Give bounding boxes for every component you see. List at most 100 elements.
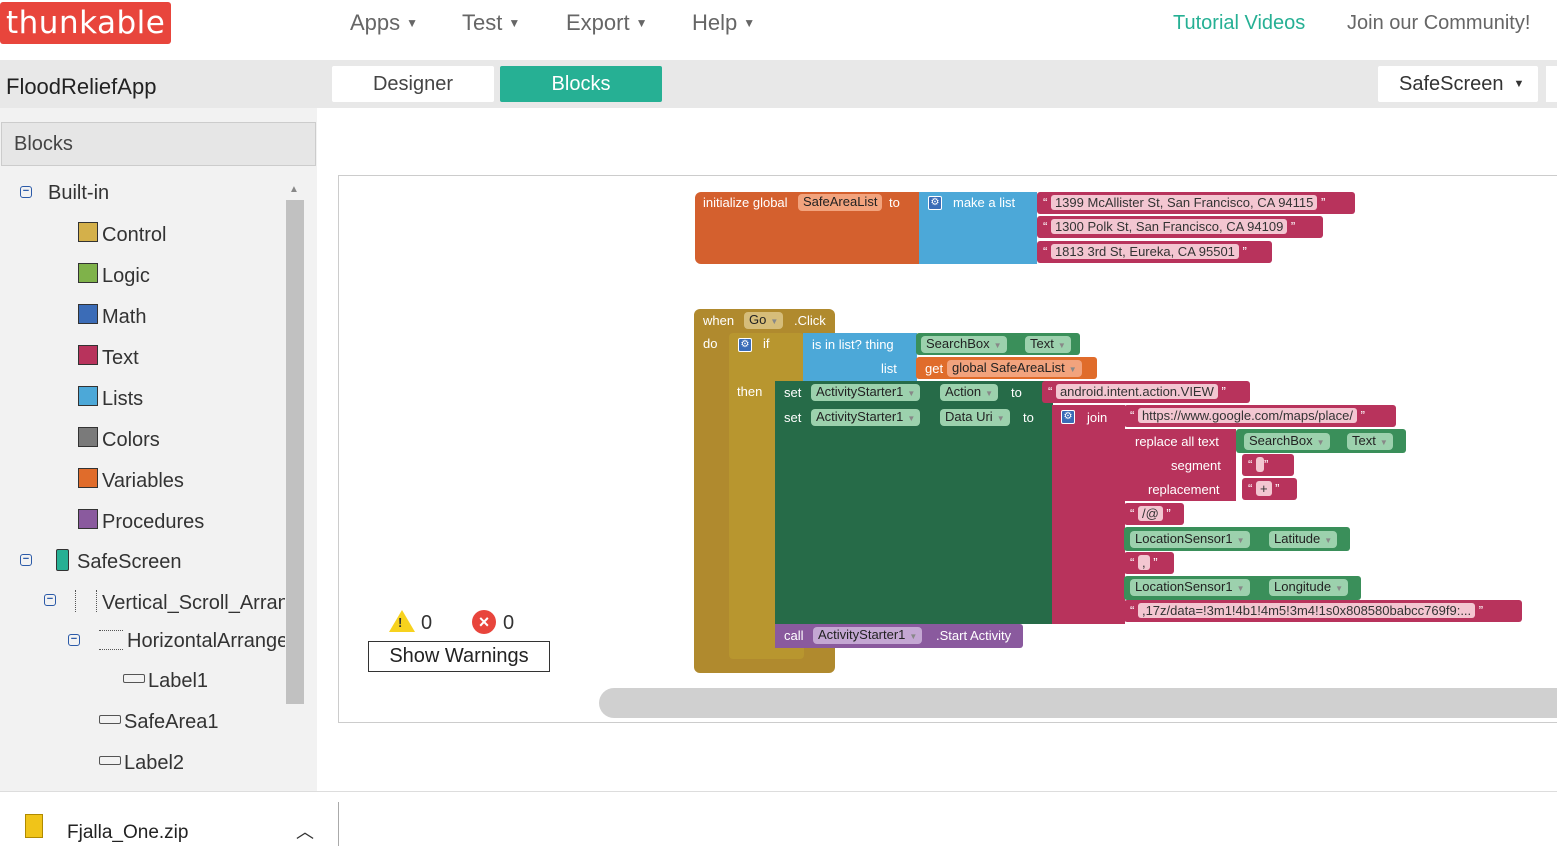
dropdown-icon: ▼ [770, 317, 779, 326]
start-activity-label: .Start Activity [936, 628, 1012, 643]
get-label: get [925, 361, 944, 376]
component-dropdown[interactable]: ActivityStarter1 ▼ [811, 409, 921, 426]
menu-help[interactable]: Help ▼ [692, 10, 755, 36]
dropdown-icon: ▼ [1236, 584, 1245, 593]
screen-selector[interactable]: SafeScreen ▼ [1378, 66, 1538, 102]
error-count: 0 [503, 612, 515, 634]
scroll-up-icon[interactable]: ▲ [289, 184, 299, 195]
collapse-icon[interactable]: − [20, 186, 32, 198]
tab-blocks[interactable]: Blocks [500, 66, 662, 102]
if-label: if [763, 336, 770, 351]
string-block[interactable]: “ ,17z/data=!3m1!4b1!4m5!3m4!1s0x808580b… [1124, 600, 1522, 622]
join-community-link[interactable]: Join our Community! [1347, 12, 1530, 35]
string-block[interactable]: “ + ” [1242, 478, 1297, 500]
property-dropdown[interactable]: Text ▼ [1347, 433, 1393, 450]
string-block[interactable]: “ 1300 Polk St, San Francisco, CA 94109 … [1037, 216, 1323, 238]
component-dropdown[interactable]: ActivityStarter1 ▼ [811, 384, 921, 401]
project-name: FloodReliefApp [6, 74, 157, 99]
to-label: to [1023, 410, 1034, 425]
gear-icon[interactable]: ⚙ [738, 338, 752, 352]
gear-icon[interactable]: ⚙ [1061, 410, 1075, 424]
segment-label: segment [1171, 458, 1221, 473]
property-dropdown[interactable]: Action ▼ [940, 384, 999, 401]
component-dropdown[interactable]: Go ▼ [744, 312, 784, 329]
show-warnings-button[interactable]: Show Warnings [368, 641, 550, 672]
dropdown-icon: ▼ [1236, 536, 1245, 545]
download-filename[interactable]: Fjalla_One.zip [67, 822, 188, 844]
collapse-icon[interactable]: − [20, 554, 32, 566]
list-label: list [881, 361, 897, 376]
component-dropdown[interactable]: LocationSensor1 ▼ [1130, 531, 1250, 548]
collapse-icon[interactable]: − [68, 634, 80, 646]
tree-item-procedures[interactable]: Procedures [78, 509, 204, 534]
procedures-swatch-icon [78, 509, 98, 529]
property-dropdown[interactable]: Latitude ▼ [1269, 531, 1338, 548]
menu-test[interactable]: Test ▼ [462, 10, 520, 36]
variable-dropdown[interactable]: global SafeAreaList ▼ [947, 360, 1082, 377]
tree-safearea1[interactable]: SafeArea1 [99, 711, 219, 734]
string-block[interactable]: “ 1399 McAllister St, San Francisco, CA … [1037, 192, 1355, 214]
component-dropdown[interactable]: SearchBox ▼ [921, 336, 1007, 353]
component-dropdown[interactable]: ActivityStarter1 ▼ [813, 627, 923, 644]
tab-designer[interactable]: Designer [332, 66, 494, 102]
dropdown-icon: ▼ [907, 414, 916, 423]
tree-item-control[interactable]: Control [78, 222, 166, 247]
control-swatch-icon [78, 222, 98, 242]
chevron-up-icon[interactable]: ︿ [296, 818, 314, 844]
collapse-icon[interactable]: − [44, 594, 56, 606]
join-label: join [1087, 410, 1108, 425]
to-label: to [1011, 385, 1022, 400]
do-label: do [703, 336, 718, 351]
blocks-workspace[interactable]: initialize global SafeAreaList to ⚙ make… [338, 175, 1557, 723]
label-icon [123, 674, 145, 683]
thunkable-logo[interactable]: thunkable [0, 2, 172, 44]
string-block[interactable]: “ https://www.google.com/maps/place/ ” [1124, 405, 1396, 427]
tree-item-text[interactable]: Text [78, 345, 139, 370]
tree-item-colors[interactable]: Colors [78, 427, 160, 452]
join-block[interactable] [1052, 405, 1125, 624]
tutorial-videos-link[interactable]: Tutorial Videos [1173, 12, 1305, 35]
caret-down-icon: ▼ [406, 16, 419, 30]
tree-item-variables[interactable]: Variables [78, 468, 184, 493]
tree-safescreen[interactable]: SafeScreen [56, 549, 182, 574]
menu-apps[interactable]: Apps ▼ [350, 10, 418, 36]
component-dropdown[interactable]: LocationSensor1 ▼ [1130, 579, 1250, 596]
then-label: then [737, 384, 763, 399]
warning-count: 0 [421, 612, 433, 634]
string-block[interactable]: “ android.intent.action.VIEW ” [1042, 381, 1250, 403]
caret-down-icon: ▼ [508, 16, 521, 30]
property-dropdown[interactable]: Text ▼ [1025, 336, 1071, 353]
dropdown-icon: ▼ [907, 389, 916, 398]
string-block[interactable]: “ ” [1242, 454, 1294, 476]
tree-horizontal-arrange[interactable]: HorizontalArrange [99, 630, 285, 653]
set-label: set [784, 410, 802, 425]
string-block[interactable]: “ /@ ” [1124, 503, 1184, 525]
extra-button[interactable] [1546, 66, 1557, 102]
dropdown-icon: ▼ [1316, 438, 1325, 447]
zip-file-icon [25, 814, 43, 838]
dropdown-icon: ▼ [996, 414, 1005, 423]
var-name-field[interactable]: SafeAreaList [798, 194, 883, 211]
property-dropdown[interactable]: Data Uri ▼ [940, 409, 1010, 426]
tree-scrollbar[interactable] [286, 200, 304, 704]
tree-label1[interactable]: Label1 [123, 670, 208, 693]
string-block[interactable]: “ , ” [1124, 552, 1174, 574]
set-data-uri-block[interactable] [775, 405, 1053, 624]
menu-export[interactable]: Export ▼ [566, 10, 647, 36]
caret-down-icon: ▼ [1513, 78, 1525, 90]
string-block[interactable]: “ 1813 3rd St, Eureka, CA 95501 ” [1037, 241, 1272, 263]
dropdown-icon: ▼ [985, 389, 994, 398]
horizontal-arrangement-icon [99, 630, 123, 650]
workspace-hscrollbar[interactable] [599, 688, 1557, 718]
tree-item-math[interactable]: Math [78, 304, 146, 329]
tree-vertical-scroll[interactable]: Vertical_Scroll_Arran [75, 590, 285, 615]
property-dropdown[interactable]: Longitude ▼ [1269, 579, 1349, 596]
component-dropdown[interactable]: SearchBox ▼ [1244, 433, 1330, 450]
tree-item-lists[interactable]: Lists [78, 386, 143, 411]
tree-item-logic[interactable]: Logic [78, 263, 150, 288]
when-label: when [703, 313, 735, 328]
gear-icon[interactable]: ⚙ [928, 196, 942, 210]
download-bar: Fjalla_One.zip ︿ [0, 791, 1557, 846]
tree-builtin[interactable]: Built-in [48, 182, 109, 205]
tree-label2[interactable]: Label2 [99, 752, 184, 775]
